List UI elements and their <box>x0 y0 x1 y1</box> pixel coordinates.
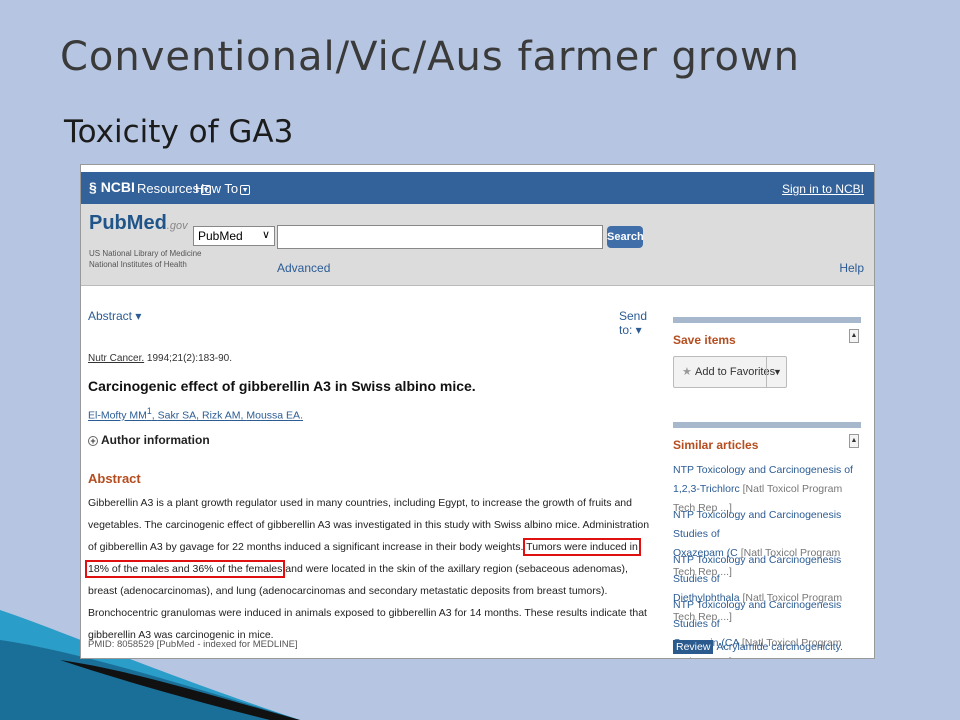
section-divider <box>673 422 861 428</box>
slide-subtitle: Toxicity of GA3 <box>64 114 294 150</box>
save-items-heading: Save items <box>673 333 736 347</box>
sidebar: ▲ Save items ★ Add to Favorites ▼ ▲ Simi… <box>671 287 863 658</box>
ncbi-header: § NCBI Resources ▼ How To ▼ Sign in to NCB… <box>81 172 874 204</box>
chevron-down-icon[interactable]: ▼ <box>766 357 788 387</box>
citation: Nutr Cancer. 1994;21(2):183-90. <box>88 353 232 364</box>
search-input[interactable] <box>277 225 603 249</box>
howto-menu[interactable]: How To ▼ <box>195 181 251 196</box>
similar-article[interactable]: Review Acrylamide carcinogenicity. <box>673 640 843 654</box>
article-title: Carcinogenic effect of gibberellin A3 in… <box>88 378 476 394</box>
author-list: El-Mofty MM1, Sakr SA, Rizk AM, Moussa E… <box>88 406 303 422</box>
help-link[interactable]: Help <box>839 261 864 275</box>
search-button[interactable]: Search <box>607 226 644 248</box>
abstract-text: Gibberellin A3 is a plant growth regulat… <box>85 497 650 641</box>
slide-title: Conventional/Vic/Aus farmer grown <box>60 34 801 80</box>
browser-strip <box>81 165 874 172</box>
star-icon: ★ <box>682 366 692 378</box>
author-link[interactable]: El-Mofty MM <box>88 410 147 422</box>
chevron-down-icon: ▼ <box>240 185 251 195</box>
send-to-menu[interactable]: Send to: ▾ <box>619 309 663 337</box>
journal-link[interactable]: Nutr Cancer. <box>88 353 144 364</box>
pubmed-screenshot: § NCBI Resources ▼ How To ▼ Sign in to NCB… <box>80 164 875 659</box>
database-select[interactable]: PubMed ∨ <box>193 226 275 246</box>
section-divider <box>673 317 861 323</box>
pubmed-logo[interactable]: PubMed.gov <box>89 212 188 235</box>
format-menu[interactable]: Abstract ▾ <box>88 309 141 323</box>
review-badge: Review <box>673 640 714 654</box>
similar-articles-heading: Similar articles <box>673 438 759 452</box>
nlm-subtitle: US National Library of Medicine National… <box>89 249 202 269</box>
pmid: PMID: 8058529 [PubMed - indexed for MEDL… <box>88 639 298 650</box>
add-to-favorites-button[interactable]: ★ Add to Favorites ▼ <box>673 356 787 388</box>
author-info-toggle[interactable]: + Author information <box>88 433 210 447</box>
search-bar: PubMed.gov US National Library of Medici… <box>81 204 874 286</box>
author-link[interactable]: Moussa EA <box>246 410 300 422</box>
collapse-icon[interactable]: ▲ <box>849 329 859 343</box>
collapse-icon[interactable]: ▲ <box>849 434 859 448</box>
abstract-heading: Abstract <box>88 471 141 486</box>
author-link[interactable]: Sakr SA <box>158 410 197 422</box>
author-link[interactable]: Rizk AM <box>202 410 241 422</box>
plus-icon: + <box>88 436 98 446</box>
chevron-down-icon: ∨ <box>261 229 270 241</box>
signin-link[interactable]: Sign in to NCBI <box>782 182 864 196</box>
ncbi-logo[interactable]: § NCBI <box>89 179 135 195</box>
article-main: Abstract ▾ Send to: ▾ Nutr Cancer. 1994;… <box>81 287 663 658</box>
advanced-link[interactable]: Advanced <box>277 261 330 275</box>
